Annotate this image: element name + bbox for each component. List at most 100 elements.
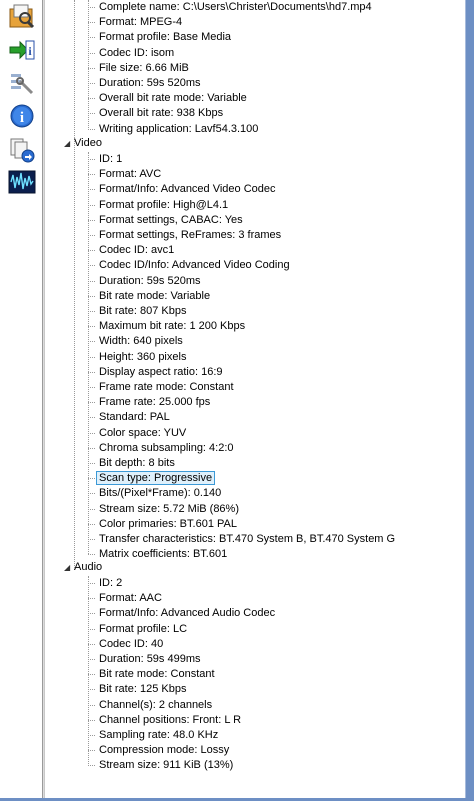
tree-item[interactable]: Channel positions: Front: L R (88, 713, 243, 728)
tree-node-audio[interactable]: ◢ Audio (64, 560, 102, 575)
tree-item[interactable]: File size: 6.66 MiB (88, 61, 191, 76)
tree-item[interactable]: Complete name: C:\Users\Christer\Documen… (88, 0, 374, 15)
tree-branch-line (88, 280, 95, 282)
tree-branch-line (88, 83, 95, 84)
tree-branch-line (88, 326, 95, 328)
collapse-arrow-icon[interactable]: ◢ (64, 560, 74, 575)
info-button[interactable]: i (7, 102, 37, 130)
open-file-button[interactable] (7, 2, 37, 30)
tree-item[interactable]: ID: 2 (88, 576, 124, 591)
tree-item-label: Bit rate mode: Variable (99, 289, 211, 302)
tree-item[interactable]: Matrix coefficients: BT.601 (88, 547, 229, 562)
tree-item[interactable]: Format settings, ReFrames: 3 frames (88, 228, 283, 243)
tree-item-label: Display aspect ratio: 16:9 (99, 365, 223, 378)
import-info-button[interactable]: i (7, 36, 37, 64)
tree-item[interactable]: Format: AAC (88, 591, 164, 606)
tree-item[interactable]: Format profile: LC (88, 622, 189, 637)
tree-item[interactable]: Codec ID: avc1 (88, 243, 176, 258)
tree-item[interactable]: Width: 640 pixels (88, 334, 185, 349)
tree-item-label: Channel(s): 2 channels (99, 698, 213, 711)
tree-branch-line (88, 37, 95, 39)
tree-branch-line (88, 750, 95, 752)
tree-item[interactable]: Standard: PAL (88, 410, 172, 425)
tree-branch-line (88, 341, 95, 343)
tree-item-label: Overall bit rate: 938 Kbps (99, 107, 224, 120)
tree-branch-line (88, 98, 95, 100)
export-icon (10, 138, 35, 163)
tree-item[interactable]: Bit depth: 8 bits (88, 456, 177, 471)
tree-guide-line (88, 576, 89, 766)
tree-branch-line (88, 417, 95, 419)
tree-item-label: Sampling rate: 48.0 KHz (99, 729, 219, 741)
svg-text:i: i (20, 110, 24, 126)
waveform-button[interactable] (7, 168, 37, 196)
tree-item[interactable]: Duration: 59s 499ms (88, 652, 203, 667)
tree-item[interactable]: Chroma subsampling: 4:2:0 (88, 441, 236, 456)
tree-item[interactable]: Overall bit rate mode: Variable (88, 91, 249, 106)
tree-item[interactable]: Stream size: 911 KiB (13%) (88, 758, 235, 773)
tree-item-label: Format settings, ReFrames: 3 frames (99, 229, 282, 241)
tree-item-label: Duration: 59s 520ms (99, 274, 201, 287)
tree-item[interactable]: Display aspect ratio: 16:9 (88, 365, 225, 380)
tree-item[interactable]: Height: 360 pixels (88, 350, 188, 365)
tree-branch-line (88, 628, 95, 630)
tree-item[interactable]: Codec ID/Info: Advanced Video Coding (88, 258, 292, 273)
tree-item-label: Format/Info: Advanced Audio Codec (99, 607, 276, 620)
tree-item-label: Scan type: Progressive (96, 471, 216, 486)
tree-item[interactable]: Format: MPEG-4 (88, 15, 184, 30)
tree-item-label: Duration: 59s 499ms (99, 653, 201, 665)
tree-item[interactable]: Color space: YUV (88, 426, 188, 441)
tree-item-label: Bits/(Pixel*Frame): 0.140 (99, 487, 222, 500)
tree-branch-line (88, 523, 95, 525)
tree-item[interactable]: Sampling rate: 48.0 KHz (88, 728, 220, 743)
tree-item[interactable]: Stream size: 5.72 MiB (86%) (88, 502, 241, 517)
tree-item[interactable]: Transfer characteristics: BT.470 System … (88, 532, 397, 547)
collapse-arrow-icon[interactable]: ◢ (64, 136, 74, 151)
tree-node-video[interactable]: ◢ Video (64, 136, 102, 151)
tree-item-label: Channel positions: Front: L R (99, 713, 242, 726)
tree-item[interactable]: Duration: 59s 520ms (88, 76, 203, 91)
export-button[interactable] (7, 136, 37, 164)
tree-item[interactable]: Frame rate: 25.000 fps (88, 395, 212, 410)
tree-branch-line (88, 52, 95, 54)
tree-item[interactable]: Channel(s): 2 channels (88, 698, 214, 713)
tree-item[interactable]: Bits/(Pixel*Frame): 0.140 (88, 486, 223, 501)
tree-branch-line (88, 689, 95, 691)
tree-item[interactable]: Codec ID: isom (88, 46, 176, 61)
tree-item[interactable]: Writing application: Lavf54.3.100 (88, 122, 260, 137)
tree-item[interactable]: Bit rate: 125 Kbps (88, 682, 188, 697)
info-tree-view[interactable]: Complete name: C:\Users\Christer\Documen… (44, 0, 465, 798)
tree-item-label: Codec ID: 40 (99, 637, 164, 650)
tree-branch-line (88, 295, 95, 297)
tree-branch-line (88, 583, 95, 584)
tree-branch-line (88, 598, 95, 600)
tree-item[interactable]: Bit rate mode: Constant (88, 667, 217, 682)
tree-item[interactable]: Frame rate mode: Constant (88, 380, 236, 395)
tree-item[interactable]: Duration: 59s 520ms (88, 274, 203, 289)
tree-item[interactable]: Format: AVC (88, 167, 163, 182)
tree-item[interactable]: Bit rate: 807 Kbps (88, 304, 188, 319)
tree-item[interactable]: Format/Info: Advanced Video Codec (88, 182, 278, 197)
tree-item[interactable]: Color primaries: BT.601 PAL (88, 517, 239, 532)
tree-item-label: Matrix coefficients: BT.601 (99, 548, 228, 561)
tree-item[interactable]: Overall bit rate: 938 Kbps (88, 106, 225, 121)
tree-item-label: Complete name: C:\Users\Christer\Documen… (99, 1, 372, 13)
tree-item[interactable]: Format profile: Base Media (88, 30, 233, 45)
tree-item-label: Height: 360 pixels (99, 350, 187, 363)
tree-item[interactable]: Maximum bit rate: 1 200 Kbps (88, 319, 247, 334)
preferences-button[interactable] (7, 70, 37, 98)
tree-item[interactable]: Bit rate mode: Variable (88, 289, 212, 304)
tree-item-label: Writing application: Lavf54.3.100 (99, 122, 259, 135)
tree-item[interactable]: Format settings, CABAC: Yes (88, 213, 245, 228)
tree-item[interactable]: Format profile: High@L4.1 (88, 198, 230, 213)
tree-item-label: Format: AAC (99, 592, 162, 605)
tree-item[interactable]: Compression mode: Lossy (88, 743, 231, 758)
tree-item-label: Width: 640 pixels (99, 335, 183, 348)
tree-item-label: Color space: YUV (99, 426, 187, 439)
tree-item[interactable]: Codec ID: 40 (88, 637, 165, 652)
tree-item[interactable]: ID: 1 (88, 152, 124, 167)
preferences-icon (11, 74, 34, 95)
tree-item-selected[interactable]: Scan type: Progressive (88, 471, 217, 486)
tree-item-label: Duration: 59s 520ms (99, 77, 201, 89)
tree-item[interactable]: Format/Info: Advanced Audio Codec (88, 606, 277, 621)
